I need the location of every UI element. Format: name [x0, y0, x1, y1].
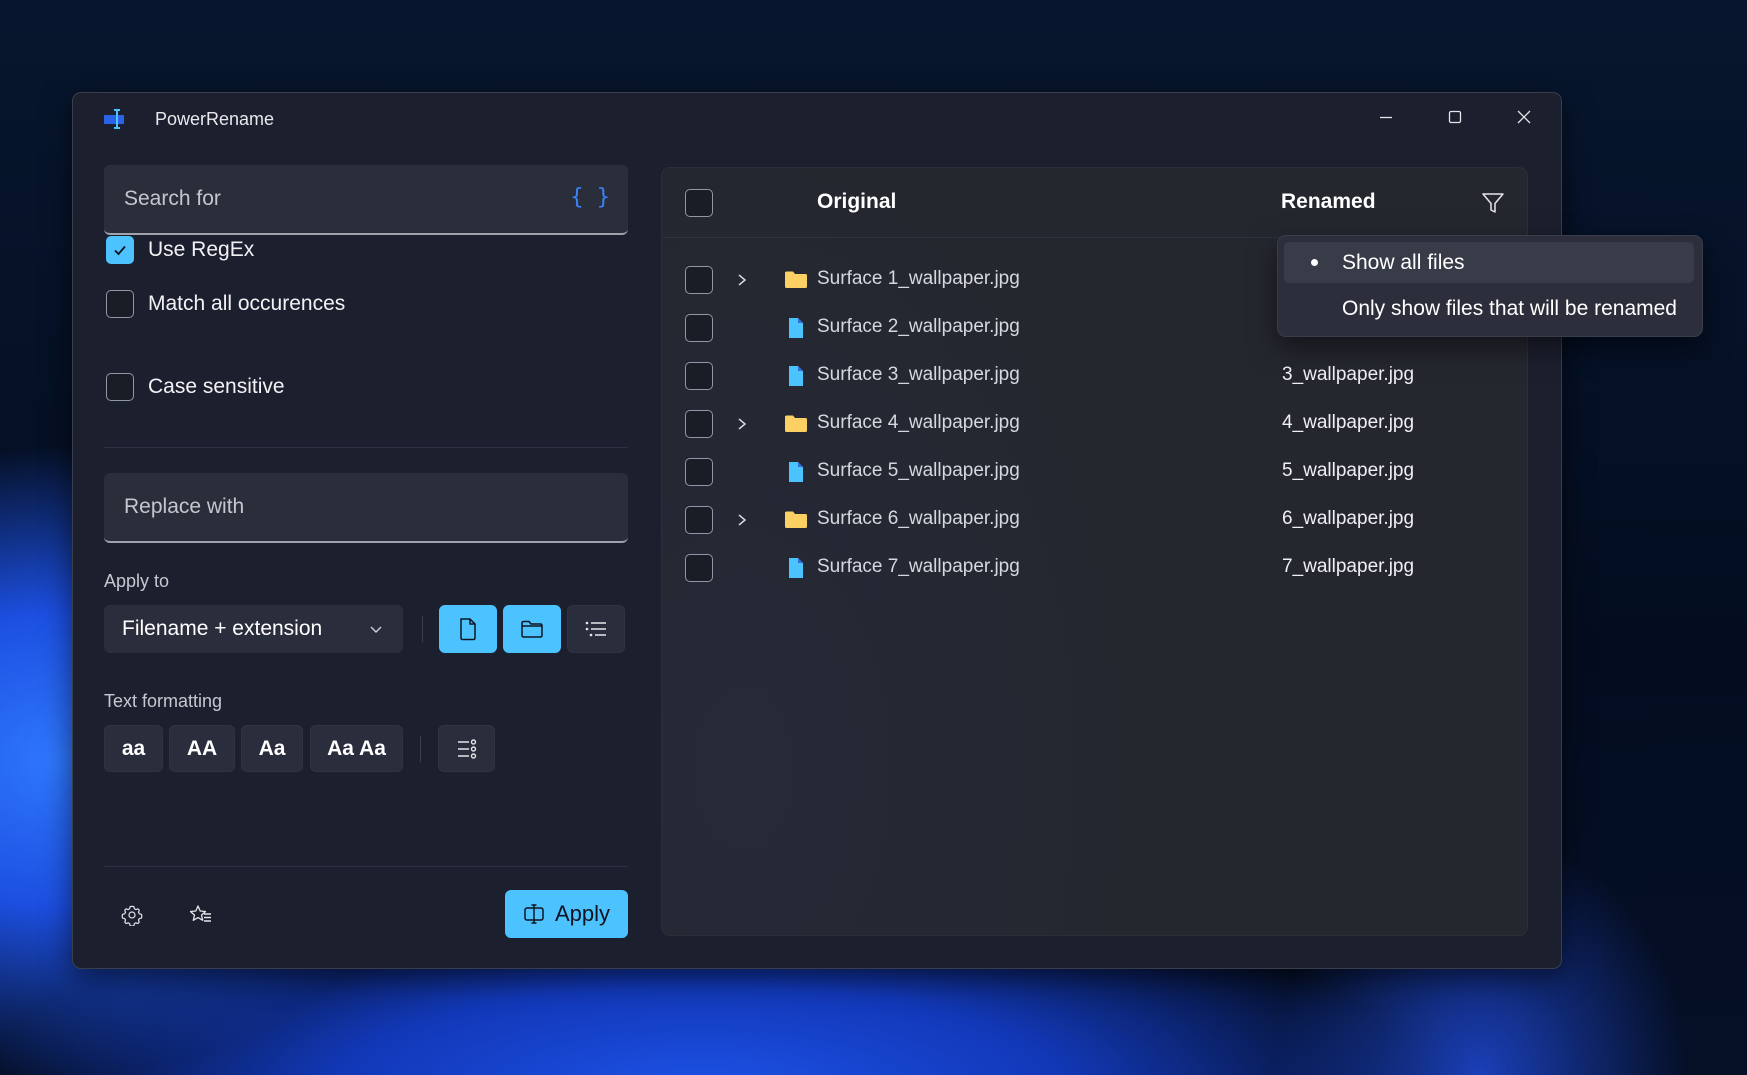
file-icon	[784, 364, 808, 388]
folder-icon	[784, 268, 808, 292]
divider	[104, 866, 628, 867]
text-formatting-label: Text formatting	[104, 691, 223, 711]
row-checkbox[interactable]	[685, 554, 713, 582]
row-checkbox[interactable]	[685, 458, 713, 486]
chevron-right-icon[interactable]	[734, 270, 750, 290]
filter-menu: Show all files Only show files that will…	[1277, 235, 1703, 337]
close-icon	[1517, 110, 1531, 124]
original-name: Surface 6_wallpaper.jpg	[817, 508, 1020, 529]
row-checkbox[interactable]	[685, 362, 713, 390]
chevron-down-icon	[370, 626, 382, 633]
replace-input[interactable]	[104, 473, 628, 541]
gear-icon	[121, 905, 143, 926]
settings-button[interactable]	[114, 897, 150, 933]
case-sensitive-checkbox[interactable]: Case sensitive	[106, 372, 285, 402]
table-row[interactable]: Surface 4_wallpaper.jpg 4_wallpaper.jpg	[662, 400, 1527, 448]
chevron-right-icon[interactable]	[734, 414, 750, 434]
original-name: Surface 1_wallpaper.jpg	[817, 268, 1020, 289]
folder-icon	[521, 620, 543, 638]
row-checkbox[interactable]	[685, 314, 713, 342]
window-title: PowerRename	[155, 109, 275, 129]
original-name: Surface 4_wallpaper.jpg	[817, 412, 1020, 433]
search-field[interactable]: { }	[104, 165, 628, 235]
separator	[422, 616, 423, 642]
titlecase-button[interactable]: Aa	[241, 725, 303, 772]
divider	[104, 447, 628, 448]
table-row[interactable]: Surface 5_wallpaper.jpg 5_wallpaper.jpg	[662, 448, 1527, 496]
presets-button[interactable]	[183, 897, 219, 933]
selected-bullet-icon	[1311, 259, 1318, 266]
powerrename-app-icon	[103, 107, 127, 131]
original-name: Surface 3_wallpaper.jpg	[817, 364, 1020, 385]
list-icon	[585, 621, 606, 637]
minimize-button[interactable]	[1356, 99, 1416, 135]
option-label: Case sensitive	[148, 375, 285, 398]
column-header-original[interactable]: Original	[817, 190, 896, 214]
checkbox[interactable]	[106, 290, 134, 318]
renamed-name: 6_wallpaper.jpg	[1282, 508, 1415, 529]
regex-braces-icon[interactable]: { }	[570, 185, 610, 210]
renamed-name: 5_wallpaper.jpg	[1282, 460, 1415, 481]
close-button[interactable]	[1494, 99, 1554, 135]
lowercase-button[interactable]: aa	[104, 725, 163, 772]
apply-to-label: Apply to	[104, 571, 170, 591]
capitalize-words-button[interactable]: Aa Aa	[310, 725, 403, 772]
file-icon	[784, 316, 808, 340]
original-name: Surface 2_wallpaper.jpg	[817, 316, 1020, 337]
maximize-icon	[1448, 110, 1462, 124]
row-checkbox[interactable]	[685, 410, 713, 438]
original-name: Surface 5_wallpaper.jpg	[817, 460, 1020, 481]
select-all-checkbox[interactable]	[685, 189, 713, 217]
enumerate-icon	[457, 738, 476, 759]
option-label: Match all occurences	[148, 292, 346, 315]
column-header-renamed[interactable]: Renamed	[1281, 190, 1376, 214]
chevron-right-icon[interactable]	[734, 510, 750, 530]
include-folders-toggle[interactable]	[503, 605, 561, 653]
checkbox[interactable]	[106, 373, 134, 401]
powerrename-window: PowerRename { } Use RegEx Match all occu…	[72, 92, 1703, 969]
table-row[interactable]: Surface 6_wallpaper.jpg 6_wallpaper.jpg	[662, 496, 1527, 544]
renamed-name: 3_wallpaper.jpg	[1282, 364, 1415, 385]
menu-item-label: Only show files that will be renamed	[1342, 296, 1677, 320]
apply-to-selected: Filename + extension	[122, 617, 323, 640]
uppercase-button[interactable]: AA	[169, 725, 235, 772]
search-input[interactable]	[104, 165, 628, 233]
table-row[interactable]: Surface 3_wallpaper.jpg 3_wallpaper.jpg	[662, 352, 1527, 400]
minimize-icon	[1380, 116, 1392, 119]
apply-label: Apply	[554, 901, 611, 926]
use-regex-checkbox[interactable]: Use RegEx	[106, 235, 254, 265]
folder-icon	[784, 508, 808, 532]
include-files-toggle[interactable]	[439, 605, 497, 653]
match-all-occurrences-checkbox[interactable]: Match all occurences	[106, 289, 345, 319]
star-list-icon	[189, 905, 211, 922]
menu-item-only-renamed[interactable]: Only show files that will be renamed	[1284, 288, 1694, 329]
file-icon	[784, 556, 808, 580]
table-row[interactable]: Surface 7_wallpaper.jpg 7_wallpaper.jpg	[662, 544, 1527, 592]
replace-field[interactable]	[104, 473, 628, 543]
rename-icon	[524, 904, 544, 924]
maximize-button[interactable]	[1425, 99, 1485, 135]
menu-item-show-all-files[interactable]: Show all files	[1284, 242, 1694, 283]
option-label: Use RegEx	[148, 238, 255, 261]
apply-button[interactable]: Apply	[505, 890, 628, 938]
checkbox-checked[interactable]	[106, 236, 134, 264]
include-subfolders-toggle[interactable]	[567, 605, 625, 653]
row-checkbox[interactable]	[685, 266, 713, 294]
original-name: Surface 7_wallpaper.jpg	[817, 556, 1020, 577]
file-icon	[460, 618, 476, 641]
file-icon	[784, 460, 808, 484]
enumerate-button[interactable]	[438, 725, 495, 772]
filter-icon	[1482, 193, 1504, 213]
row-checkbox[interactable]	[685, 506, 713, 534]
menu-item-label: Show all files	[1342, 250, 1465, 274]
apply-to-dropdown[interactable]: Filename + extension	[104, 605, 403, 653]
renamed-name: 4_wallpaper.jpg	[1282, 412, 1415, 433]
filter-button[interactable]	[1480, 190, 1506, 221]
folder-icon	[784, 412, 808, 436]
checkmark-icon	[114, 245, 126, 256]
separator	[420, 736, 421, 762]
renamed-name: 7_wallpaper.jpg	[1282, 556, 1415, 577]
